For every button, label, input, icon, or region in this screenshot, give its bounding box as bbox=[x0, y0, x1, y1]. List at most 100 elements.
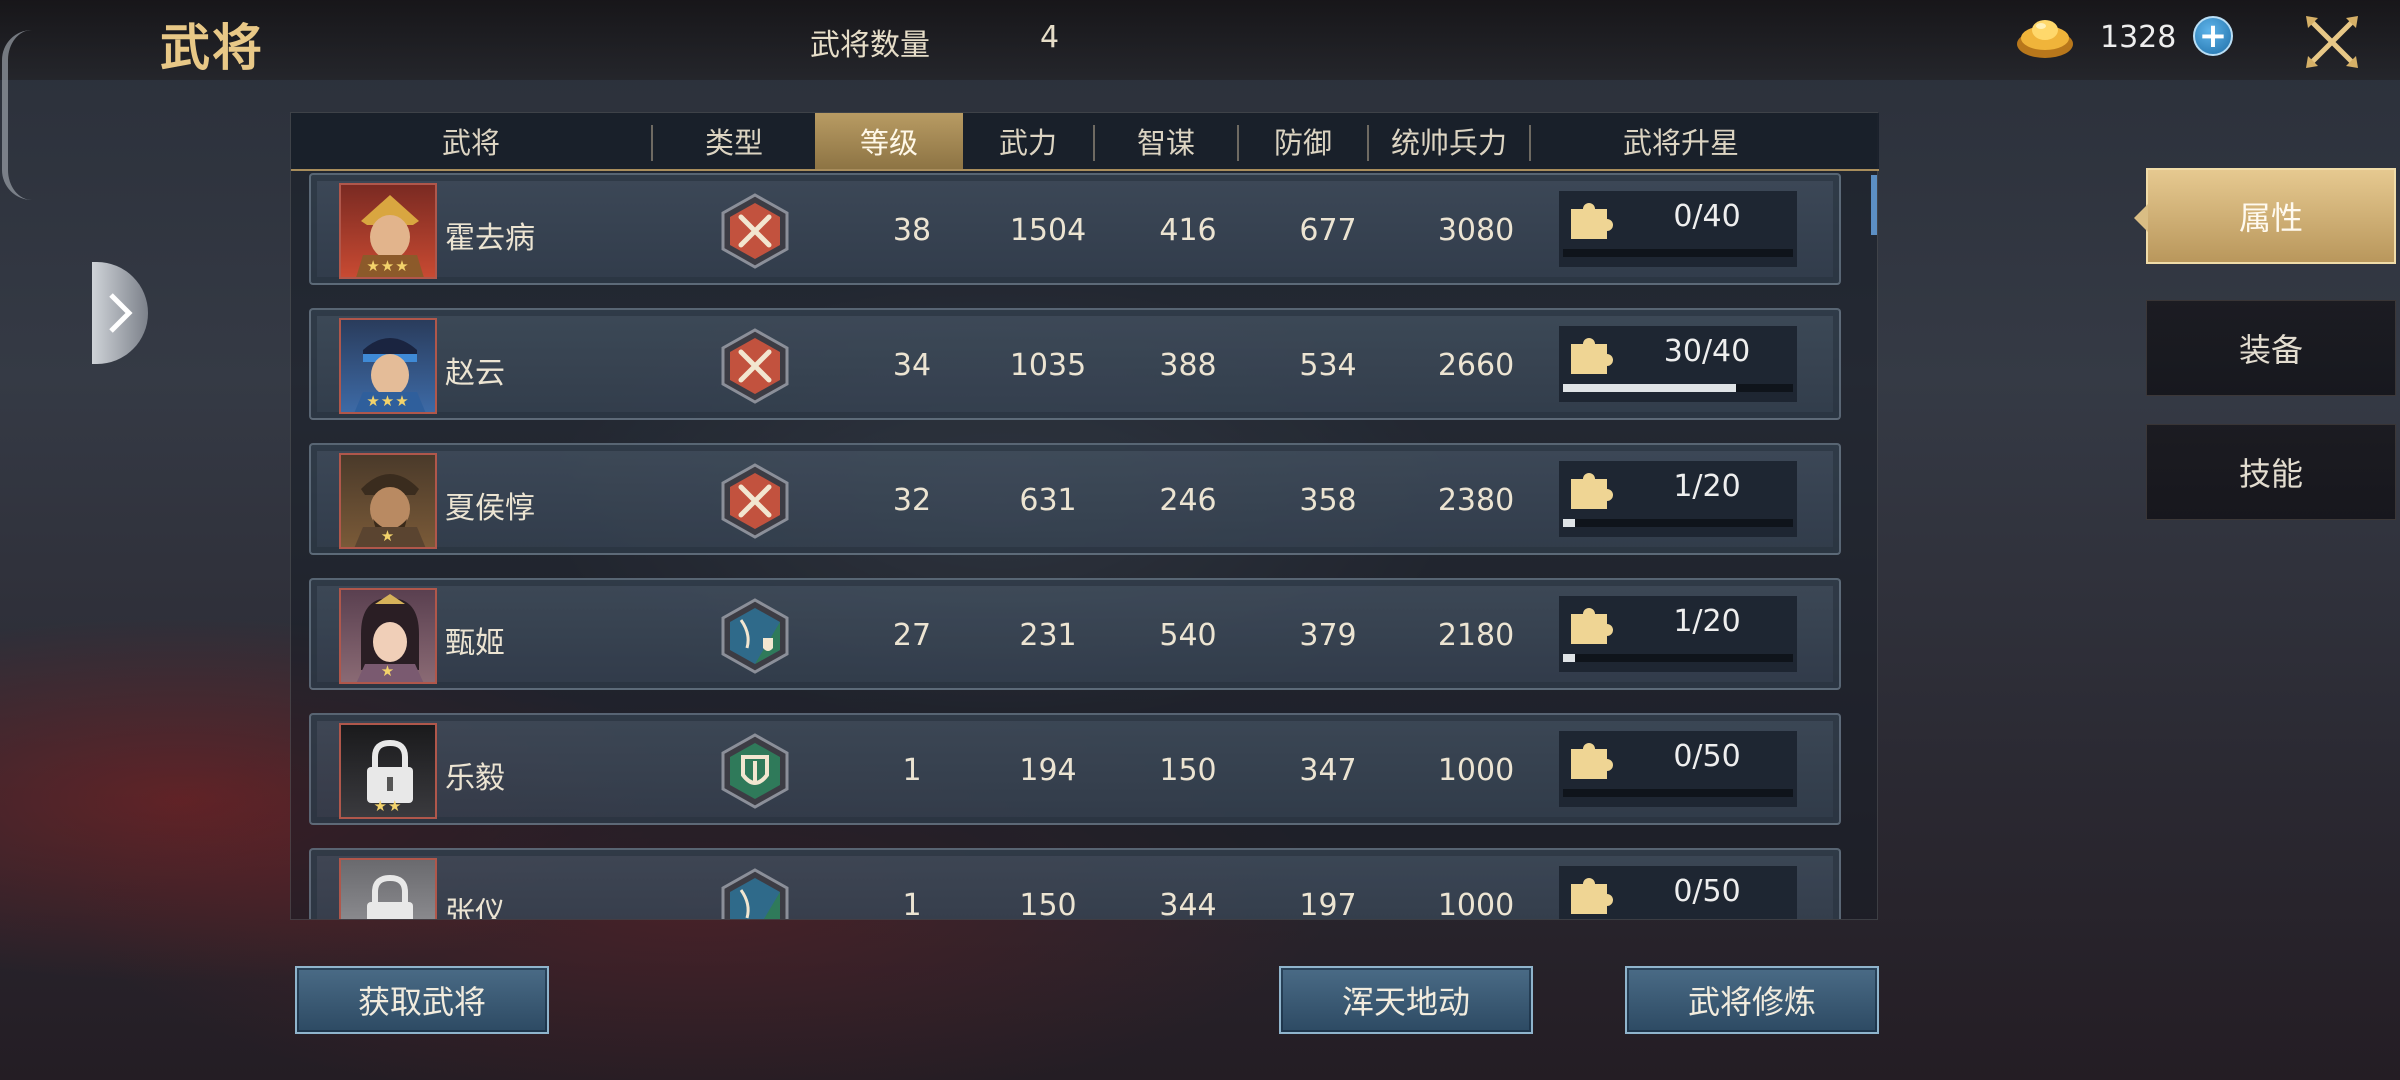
column-header-defense[interactable]: 防御 bbox=[1239, 113, 1367, 169]
star-progress-bar bbox=[1563, 384, 1793, 392]
avatar: ★★★ bbox=[339, 318, 437, 414]
star-up-progress[interactable]: 0/50 bbox=[1559, 731, 1797, 807]
defense-value: 347 bbox=[1299, 753, 1357, 788]
avatar: ★★★ bbox=[339, 183, 437, 279]
lock-icon bbox=[367, 874, 413, 919]
table-body: ★★★ 霍去病 38 1504 416 677 3080 0/40 ★★★ 赵云… bbox=[291, 173, 1879, 919]
skill-button[interactable]: 浑天地动 bbox=[1279, 966, 1533, 1034]
general-count-value: 4 bbox=[1040, 20, 1060, 55]
expand-panel-button[interactable] bbox=[92, 262, 148, 364]
level-value: 34 bbox=[892, 348, 932, 383]
star-progress-fill bbox=[1563, 384, 1736, 392]
avatar: ★ bbox=[339, 453, 437, 549]
star-rating: ★ bbox=[380, 527, 396, 545]
defense-value: 197 bbox=[1299, 888, 1357, 919]
avatar bbox=[339, 858, 437, 919]
table-scrollbar[interactable] bbox=[1871, 175, 1877, 235]
intellect-value: 150 bbox=[1159, 753, 1217, 788]
table-row[interactable]: ★★★ 霍去病 38 1504 416 677 3080 0/40 bbox=[309, 173, 1841, 285]
star-rating: ★ bbox=[380, 662, 396, 680]
puzzle-piece-icon bbox=[1571, 608, 1613, 644]
star-progress-bar bbox=[1563, 654, 1793, 662]
table-row[interactable]: ★★ 乐毅 1 194 150 347 1000 0/50 bbox=[309, 713, 1841, 825]
troops-value: 2380 bbox=[1437, 483, 1515, 518]
general-name: 赵云 bbox=[445, 356, 505, 391]
page-title: 武将 bbox=[160, 19, 264, 77]
tab-equipment[interactable]: 装备 bbox=[2146, 300, 2396, 396]
attack-type-icon bbox=[721, 193, 789, 269]
star-rating: ★★ bbox=[373, 797, 403, 815]
column-header-troops[interactable]: 统帅兵力 bbox=[1369, 113, 1529, 169]
troops-value: 1000 bbox=[1437, 753, 1515, 788]
troops-value: 3080 bbox=[1437, 213, 1515, 248]
general-count-label: 武将数量 bbox=[810, 28, 930, 63]
column-header-star-up[interactable]: 武将升星 bbox=[1531, 113, 1831, 169]
troops-value: 2180 bbox=[1437, 618, 1515, 653]
close-icon[interactable] bbox=[2300, 10, 2364, 74]
level-value: 1 bbox=[902, 753, 922, 788]
plus-icon: + bbox=[2198, 16, 2228, 56]
level-value: 27 bbox=[892, 618, 932, 653]
force-value: 150 bbox=[1019, 888, 1077, 919]
star-progress-text: 0/50 bbox=[1673, 739, 1741, 774]
gold-amount: 1328 bbox=[2100, 20, 2177, 55]
general-name: 霍去病 bbox=[445, 221, 535, 256]
star-up-progress[interactable]: 1/20 bbox=[1559, 461, 1797, 537]
star-up-progress[interactable]: 0/50 bbox=[1559, 866, 1797, 919]
puzzle-piece-icon bbox=[1571, 878, 1613, 914]
star-progress-bar bbox=[1563, 249, 1793, 257]
train-general-button[interactable]: 武将修炼 bbox=[1625, 966, 1879, 1034]
defense-value: 358 bbox=[1299, 483, 1357, 518]
general-name: 甄姬 bbox=[445, 626, 505, 661]
star-rating: ★★★ bbox=[366, 392, 410, 410]
star-progress-bar bbox=[1563, 519, 1793, 527]
star-progress-fill bbox=[1563, 519, 1575, 527]
star-up-progress[interactable]: 1/20 bbox=[1559, 596, 1797, 672]
gold-ingot-icon bbox=[2017, 20, 2073, 58]
puzzle-piece-icon bbox=[1571, 743, 1613, 779]
column-header-general[interactable]: 武将 bbox=[291, 113, 651, 169]
star-progress-text: 1/20 bbox=[1673, 469, 1741, 504]
puzzle-piece-icon bbox=[1571, 473, 1613, 509]
tab-skills[interactable]: 技能 bbox=[2146, 424, 2396, 520]
general-name: 夏侯惇 bbox=[445, 491, 535, 526]
add-gold-button[interactable]: + bbox=[2193, 16, 2233, 56]
force-value: 1035 bbox=[1009, 348, 1087, 383]
defense-value: 379 bbox=[1299, 618, 1357, 653]
table-row[interactable]: ★ 甄姬 27 231 540 379 2180 1/20 bbox=[309, 578, 1841, 690]
avatar: ★★ bbox=[339, 723, 437, 819]
intellect-value: 416 bbox=[1159, 213, 1217, 248]
star-up-progress[interactable]: 0/40 bbox=[1559, 191, 1797, 267]
table-row[interactable]: ★★★ 赵云 34 1035 388 534 2660 30/40 bbox=[309, 308, 1841, 420]
star-rating: ★★★ bbox=[366, 257, 410, 275]
column-header-intellect[interactable]: 智谋 bbox=[1095, 113, 1237, 169]
troops-value: 2660 bbox=[1437, 348, 1515, 383]
attack-type-icon bbox=[721, 328, 789, 404]
level-value: 38 bbox=[892, 213, 932, 248]
intellect-value: 246 bbox=[1159, 483, 1217, 518]
star-progress-text: 30/40 bbox=[1663, 334, 1751, 369]
level-value: 1 bbox=[902, 888, 922, 919]
intellect-value: 344 bbox=[1159, 888, 1217, 919]
table-row[interactable]: 张仪 1 150 344 197 1000 0/50 bbox=[309, 848, 1841, 919]
tab-attributes[interactable]: 属性 bbox=[2134, 168, 2396, 264]
attack-type-icon bbox=[721, 463, 789, 539]
puzzle-piece-icon bbox=[1571, 338, 1613, 374]
troops-value: 1000 bbox=[1437, 888, 1515, 919]
avatar: ★ bbox=[339, 588, 437, 684]
column-header-type[interactable]: 类型 bbox=[653, 113, 815, 169]
defense-type-icon bbox=[721, 733, 789, 809]
force-value: 1504 bbox=[1009, 213, 1087, 248]
star-progress-bar bbox=[1563, 789, 1793, 797]
star-progress-text: 1/20 bbox=[1673, 604, 1741, 639]
table-row[interactable]: ★ 夏侯惇 32 631 246 358 2380 1/20 bbox=[309, 443, 1841, 555]
star-up-progress[interactable]: 30/40 bbox=[1559, 326, 1797, 402]
puzzle-piece-icon bbox=[1571, 203, 1613, 239]
column-header-level[interactable]: 等级 bbox=[815, 113, 963, 169]
column-header-force[interactable]: 武力 bbox=[963, 113, 1093, 169]
support-type-icon bbox=[721, 868, 789, 919]
force-value: 194 bbox=[1019, 753, 1077, 788]
acquire-general-button[interactable]: 获取武将 bbox=[295, 966, 549, 1034]
defense-value: 534 bbox=[1299, 348, 1357, 383]
table-header: 武将 类型 等级 武力 智谋 防御 统帅兵力 武将升星 bbox=[291, 113, 1879, 171]
